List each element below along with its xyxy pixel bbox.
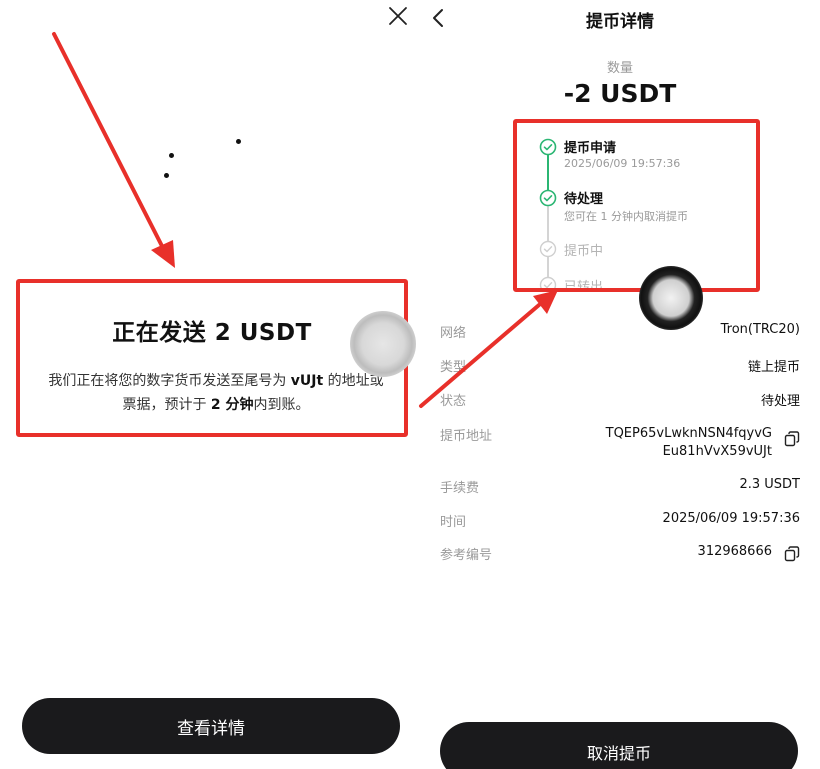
detail-value: 2.3 USDT xyxy=(739,477,800,492)
touch-indicator xyxy=(639,266,703,330)
eta-time: 2 分钟 xyxy=(210,397,254,413)
check-circle-icon xyxy=(539,276,557,288)
check-circle-icon xyxy=(539,189,557,207)
cancel-withdraw-button[interactable]: 取消提币 xyxy=(440,722,798,769)
detail-label: 类型 xyxy=(440,360,467,375)
detail-row-type: 类型 链上提币 xyxy=(440,356,800,376)
sending-status-highlight: 正在发送 2 USDT 我们正在将您的数字货币发送至尾号为 vUJt 的地址或票… xyxy=(16,279,408,437)
step-name: 待处理 xyxy=(564,192,604,207)
detail-label: 手续费 xyxy=(440,481,480,496)
detail-label: 状态 xyxy=(440,394,467,409)
right-panel-withdraw-details: 提币详情 数量 -2 USDT 提币申请 2025/06/09 19:57:36… xyxy=(420,0,820,769)
step-name: 提币中 xyxy=(564,244,604,259)
address-line: TQEP65vLwknNSN4fqyvG xyxy=(605,426,772,441)
progress-steps-highlight: 提币申请 2025/06/09 19:57:36 待处理 您可在 1 分钟内取消… xyxy=(513,119,760,292)
desc-text: 内到账。 xyxy=(253,397,310,413)
detail-value: 2025/06/09 19:57:36 xyxy=(662,511,800,526)
detail-row-address: 提币地址 TQEP65vLwknNSN4fqyvG Eu81hVvX59vUJt xyxy=(440,425,800,465)
loading-dot xyxy=(169,153,174,158)
step-name: 提币申请 xyxy=(564,141,617,156)
check-circle-icon xyxy=(539,240,557,258)
detail-value: 312968666 xyxy=(697,544,772,559)
detail-row-fee: 手续费 2.3 USDT xyxy=(440,477,800,497)
copy-icon[interactable] xyxy=(784,546,800,562)
address-line: Eu81hVvX59vUJt xyxy=(662,444,772,459)
check-circle-icon xyxy=(539,138,557,156)
detail-label: 网络 xyxy=(440,326,467,341)
detail-value: 链上提币 xyxy=(747,360,800,375)
loading-dot xyxy=(236,139,241,144)
copy-icon[interactable] xyxy=(784,431,800,447)
address-tail: vUJt xyxy=(290,373,324,389)
step-name: 已转出 xyxy=(564,280,604,292)
step-time: 2025/06/09 19:57:36 xyxy=(564,157,681,170)
touch-indicator xyxy=(350,311,416,377)
detail-value: 待处理 xyxy=(760,394,800,409)
quantity-value: -2 USDT xyxy=(563,79,677,108)
detail-label: 时间 xyxy=(440,515,467,530)
loading-dot xyxy=(164,173,169,178)
page-title: 提币详情 xyxy=(586,12,654,32)
detail-value: Tron(TRC20) xyxy=(720,322,800,337)
detail-row-network: 网络 Tron(TRC20) xyxy=(440,322,800,342)
detail-label: 提币地址 xyxy=(440,429,493,444)
left-panel-sending-screen: 正在发送 2 USDT 我们正在将您的数字货币发送至尾号为 vUJt 的地址或票… xyxy=(0,0,420,769)
detail-label: 参考编号 xyxy=(440,548,493,563)
sending-description: 我们正在将您的数字货币发送至尾号为 vUJt 的地址或票据，预计于 2 分钟内到… xyxy=(44,369,388,417)
detail-row-reference: 参考编号 312968666 xyxy=(440,544,800,564)
view-details-button[interactable]: 查看详情 xyxy=(22,698,400,754)
detail-row-status: 状态 待处理 xyxy=(440,390,800,410)
step-note: 您可在 1 分钟内取消提币 xyxy=(564,210,688,223)
desc-text: 我们正在将您的数字货币发送至尾号为 xyxy=(48,373,291,389)
close-icon[interactable] xyxy=(386,4,410,28)
detail-row-time: 时间 2025/06/09 19:57:36 xyxy=(440,511,800,531)
sending-title: 正在发送 2 USDT xyxy=(112,320,312,346)
quantity-label: 数量 xyxy=(606,61,633,76)
